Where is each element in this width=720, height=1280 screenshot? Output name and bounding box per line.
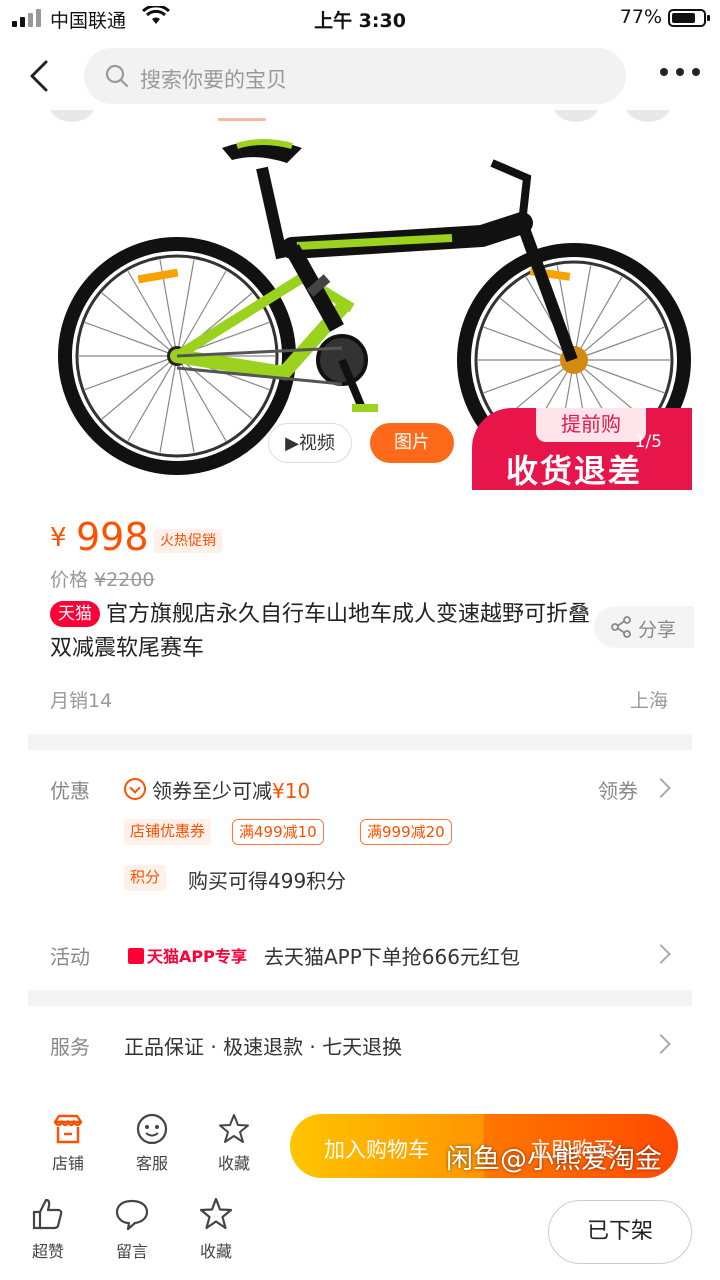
hot-sale-badge: 火热促销 [154,529,222,553]
original-price-row: 价格 ¥2200 [50,565,155,592]
section-divider [28,990,692,1006]
like-button[interactable]: 超赞 [16,1196,80,1262]
share-label: 分享 [638,619,677,641]
gallery-nav-ghost [48,110,96,122]
chevron-right-icon [651,944,671,964]
monthly-sales: 月销14 [50,690,113,712]
coupon-chip[interactable]: 满499减10 [232,819,324,845]
star-icon [219,1114,249,1143]
more-menu-icon[interactable] [660,68,700,78]
customer-service-button[interactable]: 客服 [120,1108,184,1184]
product-title-text: 官方旗舰店永久自行车山地车成人变速越野可折叠双减震软尾赛车 [50,602,591,661]
gallery-nav-ghost [624,110,672,122]
ship-location: 上海 [629,690,668,712]
activity-label: 活动 [50,945,90,969]
tmall-app-tag: 天猫APP专享 [128,943,247,967]
tmall-badge: 天猫 [50,601,100,627]
gallery-nav-ghost [552,110,600,122]
star-icon [199,1197,233,1230]
bottom-favorite-label: 收藏 [199,1242,232,1261]
battery-percent: 77% [619,6,662,28]
get-coupon-link[interactable]: 领券 [598,775,638,804]
video-label: 视频 [298,433,335,454]
thumbs-up-icon [32,1198,63,1230]
service-text: 正品保证 · 极速退款 · 七天退换 [124,1035,403,1059]
chevron-right-icon [651,778,671,798]
video-button[interactable]: ▶视频 [268,423,352,463]
share-button[interactable]: 分享 [594,606,694,648]
store-button[interactable]: 店铺 [36,1108,100,1184]
customer-service-icon [136,1113,168,1145]
photo-label: 图片 [394,432,430,453]
search-icon [105,64,129,88]
share-icon [611,616,631,638]
promotions-label: 优惠 [50,779,90,803]
coupon-icon [124,778,146,800]
clock: 上午 3:30 [314,10,406,32]
search-placeholder: 搜索你要的宝贝 [140,68,287,92]
coupon-chip[interactable]: 满999减20 [360,819,452,845]
original-price: ¥2200 [94,569,155,591]
chevron-right-icon [651,1034,671,1054]
battery-icon [668,9,710,27]
tmall-app-icon [128,948,144,964]
store-icon [53,1114,83,1144]
currency-symbol: ¥ [50,523,67,553]
promo-text: 收货退差 [506,452,643,490]
back-arrow-icon[interactable] [22,56,62,96]
product-page: 中国联通 上午 3:30 77% 搜索你要的宝贝 ▶视频 图片 提前购 收货退差… [0,0,720,1280]
promo-tag: 提前购 [536,408,646,442]
product-title: 天猫 官方旗舰店永久自行车山地车成人变速越野可折叠双减震软尾赛车 [50,598,590,666]
product-gallery[interactable]: ▶视频 图片 提前购 收货退差 1/5 [28,110,692,490]
comment-bubble-icon [115,1199,149,1231]
search-bar[interactable]: 搜索你要的宝贝 [84,48,626,104]
comment-button[interactable]: 留言 [100,1196,164,1262]
points-text: 购买可得499积分 [188,869,347,893]
points-tag: 积分 [124,865,167,891]
activity-text: 去天猫APP下单抢666元红包 [264,945,520,969]
store-label: 店铺 [51,1154,84,1173]
play-icon: ▶ [285,433,299,454]
status-bar: 中国联通 上午 3:30 77% [0,0,720,38]
coupon-amount: ¥10 [272,779,311,803]
store-coupon-tag: 店铺优惠券 [124,819,212,845]
section-divider [28,734,692,750]
photo-button[interactable]: 图片 [370,423,454,463]
comment-label: 留言 [115,1242,148,1261]
gallery-tab-indicator [218,118,266,121]
like-label: 超赞 [31,1242,64,1261]
bottom-favorite-button[interactable]: 收藏 [184,1196,248,1262]
coupon-text: 领券至少可减¥10 [152,779,311,803]
gallery-counter: 1/5 [634,432,662,452]
favorite-button[interactable]: 收藏 [202,1108,266,1184]
off-shelf-button[interactable]: 已下架 [548,1200,692,1264]
top-nav: 搜索你要的宝贝 [0,44,720,108]
original-price-label: 价格 [50,569,89,591]
current-price: 998 [76,515,149,559]
favorite-label: 收藏 [217,1154,250,1173]
watermark-text: 闲鱼@小熊爱淘金 [446,1144,662,1175]
customer-service-label: 客服 [135,1154,168,1173]
service-label: 服务 [50,1035,90,1059]
add-to-cart-label: 加入购物车 [324,1138,429,1162]
bottom-bar: 超赞 留言 收藏 已下架 [0,1192,720,1280]
